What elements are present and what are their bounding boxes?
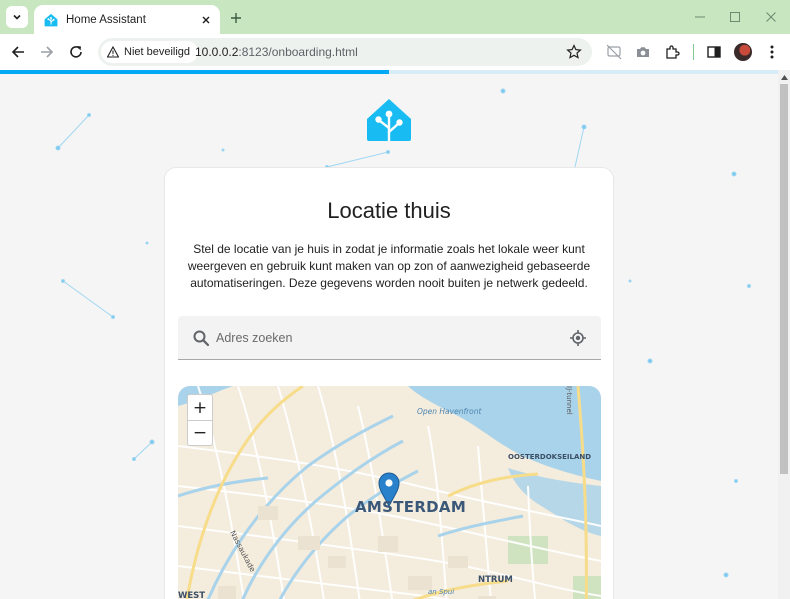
screenshot-button[interactable] — [634, 43, 652, 61]
side-panel-icon — [707, 46, 721, 58]
maximize-button[interactable] — [727, 9, 743, 25]
my-location-icon[interactable] — [569, 329, 587, 347]
address-bar[interactable]: Niet beveiligd 10.0.0.2:8123/onboarding.… — [98, 38, 592, 66]
triangle-up-icon — [780, 74, 788, 80]
camera-icon — [637, 47, 649, 57]
map-label-west: WEST — [178, 591, 206, 599]
map-label-city: AMSTERDAM — [355, 498, 467, 516]
page-viewport: Locatie thuis Stel de locatie van je hui… — [0, 70, 778, 599]
location-description: Stel de locatie van je huis in zodat je … — [187, 242, 591, 290]
page-title: Locatie thuis — [327, 198, 451, 223]
map-label-centrum: NTRUM — [478, 575, 513, 585]
address-search-field[interactable] — [178, 316, 601, 360]
scroll-up-button[interactable] — [778, 72, 790, 82]
zoom-out-button[interactable]: − — [188, 420, 212, 445]
puzzle-icon — [666, 45, 680, 59]
maximize-icon — [730, 12, 740, 22]
url-text: 10.0.0.2:8123/onboarding.html — [195, 45, 358, 59]
translate-off-icon — [606, 44, 622, 60]
scrollbar-thumb[interactable] — [780, 84, 788, 474]
map-label-spui: an Spui — [428, 588, 455, 596]
map-label-oosterdokseiland: OOSTERDOKSEILAND — [508, 453, 592, 461]
menu-button[interactable] — [763, 43, 781, 61]
reload-icon — [70, 46, 82, 58]
arrow-right-icon — [41, 46, 54, 58]
zoom-in-button[interactable]: + — [188, 395, 212, 420]
reload-button[interactable] — [65, 41, 87, 63]
new-tab-button[interactable] — [226, 8, 246, 28]
back-button[interactable] — [7, 41, 29, 63]
location-map[interactable]: Open Havenfront IJ-tunnel OOSTERDOKSEILA… — [178, 386, 601, 599]
home-assistant-logo-icon — [367, 99, 411, 142]
onboarding-location-card: Locatie thuis Stel de locatie van je hui… — [164, 167, 614, 599]
side-panel-button[interactable] — [705, 43, 723, 61]
chevron-down-icon — [13, 14, 21, 20]
more-vertical-icon — [770, 45, 774, 59]
map-tiles — [178, 386, 601, 599]
minimize-icon — [695, 16, 705, 18]
extensions-button[interactable] — [663, 43, 681, 61]
address-search-input[interactable] — [216, 326, 556, 350]
tab-close-button[interactable] — [198, 12, 214, 28]
arrow-left-icon — [11, 46, 24, 58]
map-zoom-control: + − — [187, 394, 213, 446]
toolbar-separator — [693, 44, 694, 60]
warning-icon — [107, 46, 119, 58]
close-icon — [766, 12, 776, 22]
tab-title: Home Assistant — [66, 13, 146, 26]
plus-icon — [231, 13, 241, 23]
search-icon — [193, 330, 210, 347]
map-label-open-havenfront: Open Havenfront — [417, 407, 482, 416]
profile-avatar[interactable] — [734, 43, 752, 61]
close-window-button[interactable] — [763, 9, 779, 25]
home-assistant-favicon-icon — [44, 13, 58, 26]
browser-toolbar: Niet beveiligd 10.0.0.2:8123/onboarding.… — [0, 34, 790, 70]
page-scrollbar[interactable] — [778, 70, 790, 599]
forward-button[interactable] — [36, 41, 58, 63]
browser-titlebar: Home Assistant — [0, 0, 790, 34]
security-chip[interactable]: Niet beveiligd — [101, 41, 199, 63]
security-label: Niet beveiligd — [124, 46, 191, 58]
browser-tab[interactable]: Home Assistant — [34, 5, 220, 34]
bookmark-star-icon[interactable] — [566, 44, 582, 60]
map-label-ij-tunnel: IJ-tunnel — [565, 386, 573, 415]
tab-search-button[interactable] — [6, 6, 28, 28]
minimize-button[interactable] — [692, 9, 708, 25]
translate-button[interactable] — [605, 43, 623, 61]
close-icon — [202, 16, 210, 23]
